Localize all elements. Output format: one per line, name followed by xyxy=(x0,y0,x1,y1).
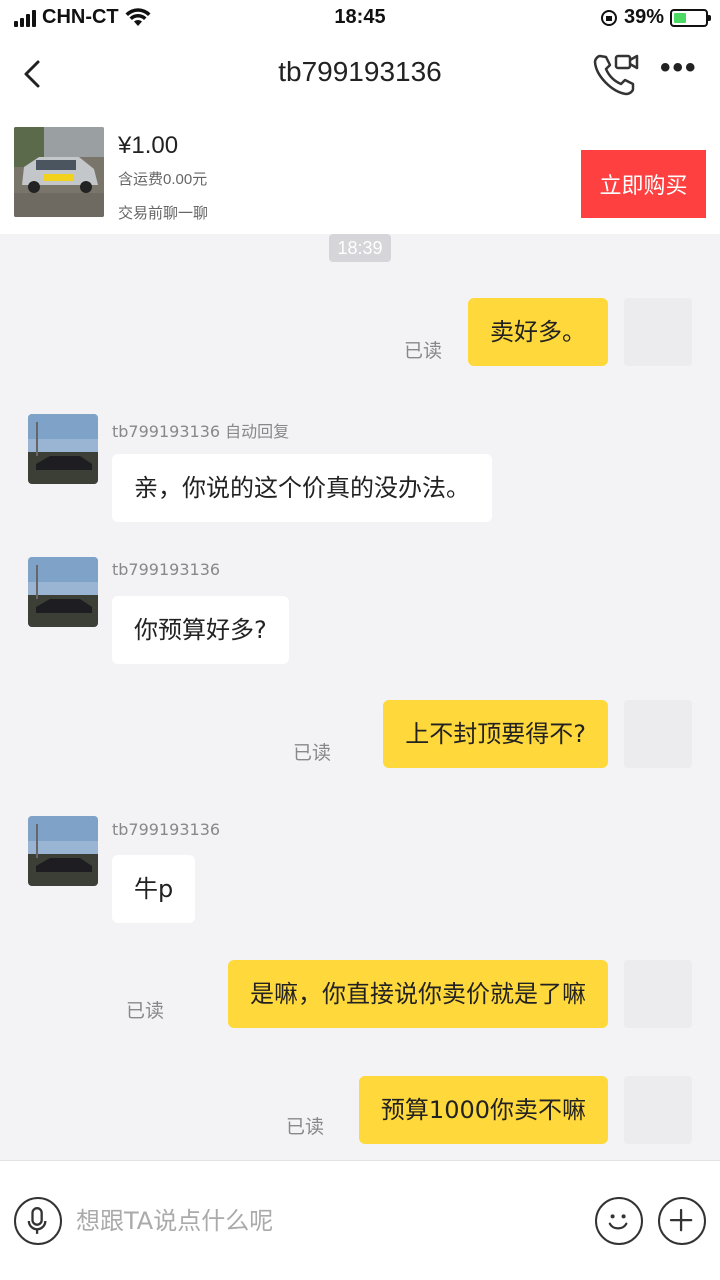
buy-now-button[interactable]: 立即购买 xyxy=(581,150,706,218)
message-bubble-received[interactable]: 你预算好多? xyxy=(112,596,289,664)
read-receipt: 已读 xyxy=(404,340,443,362)
microphone-icon[interactable] xyxy=(14,1197,62,1245)
message-input[interactable] xyxy=(76,1201,566,1241)
rotation-lock-icon xyxy=(600,9,617,26)
seller-avatar[interactable] xyxy=(28,414,98,484)
video-call-icon[interactable] xyxy=(592,50,640,98)
status-right: 39% xyxy=(600,6,711,29)
product-bar[interactable]: ¥1.00 含运费0.00元 交易前聊一聊 立即购买 xyxy=(0,112,720,234)
my-avatar[interactable] xyxy=(624,700,692,768)
product-price: ¥1.00 xyxy=(118,132,179,159)
more-icon[interactable]: ••• xyxy=(660,53,700,88)
message-bubble-sent[interactable]: 预算1000你卖不嘛 xyxy=(358,1076,608,1144)
sender-name: tb799193136 xyxy=(112,820,221,839)
message-bubble-received[interactable]: 亲，你说的这个价真的没办法。 xyxy=(112,454,492,522)
message-bubble-sent[interactable]: 上不封顶要得不? xyxy=(383,700,608,768)
product-thumbnail[interactable] xyxy=(14,127,104,217)
sender-name: tb799193136 xyxy=(112,560,221,579)
sender-name: tb799193136 自动回复 xyxy=(112,422,290,441)
battery-percent: 39% xyxy=(623,6,664,28)
battery-icon xyxy=(670,8,711,27)
message-bubble-sent[interactable]: 卖好多。 xyxy=(468,298,608,366)
my-avatar[interactable] xyxy=(624,1076,692,1144)
input-bar xyxy=(0,1160,720,1280)
read-receipt: 已读 xyxy=(286,1116,325,1138)
product-shipping: 含运费0.00元 xyxy=(118,171,208,188)
read-receipt: 已读 xyxy=(126,1000,165,1022)
nav-bar: tb799193136 ••• xyxy=(0,36,720,112)
status-bar: CHN-CT 18:45 39% xyxy=(0,0,720,36)
message-bubble-received[interactable]: 牛p xyxy=(112,855,196,923)
product-note: 交易前聊一聊 xyxy=(118,205,209,222)
chat-area[interactable]: 18:39 已读 卖好多。 tb799193136 自动回复 亲，你说的这个价真… xyxy=(0,234,720,1160)
chat-timestamp: 18:39 xyxy=(329,234,391,262)
emoji-icon[interactable] xyxy=(595,1197,643,1245)
plus-icon[interactable] xyxy=(658,1197,706,1245)
seller-avatar[interactable] xyxy=(28,816,98,886)
my-avatar[interactable] xyxy=(624,960,692,1028)
read-receipt: 已读 xyxy=(293,742,332,764)
message-bubble-sent[interactable]: 是嘛，你直接说你卖价就是了嘛 xyxy=(228,960,608,1028)
seller-avatar[interactable] xyxy=(28,557,98,627)
my-avatar[interactable] xyxy=(624,298,692,366)
